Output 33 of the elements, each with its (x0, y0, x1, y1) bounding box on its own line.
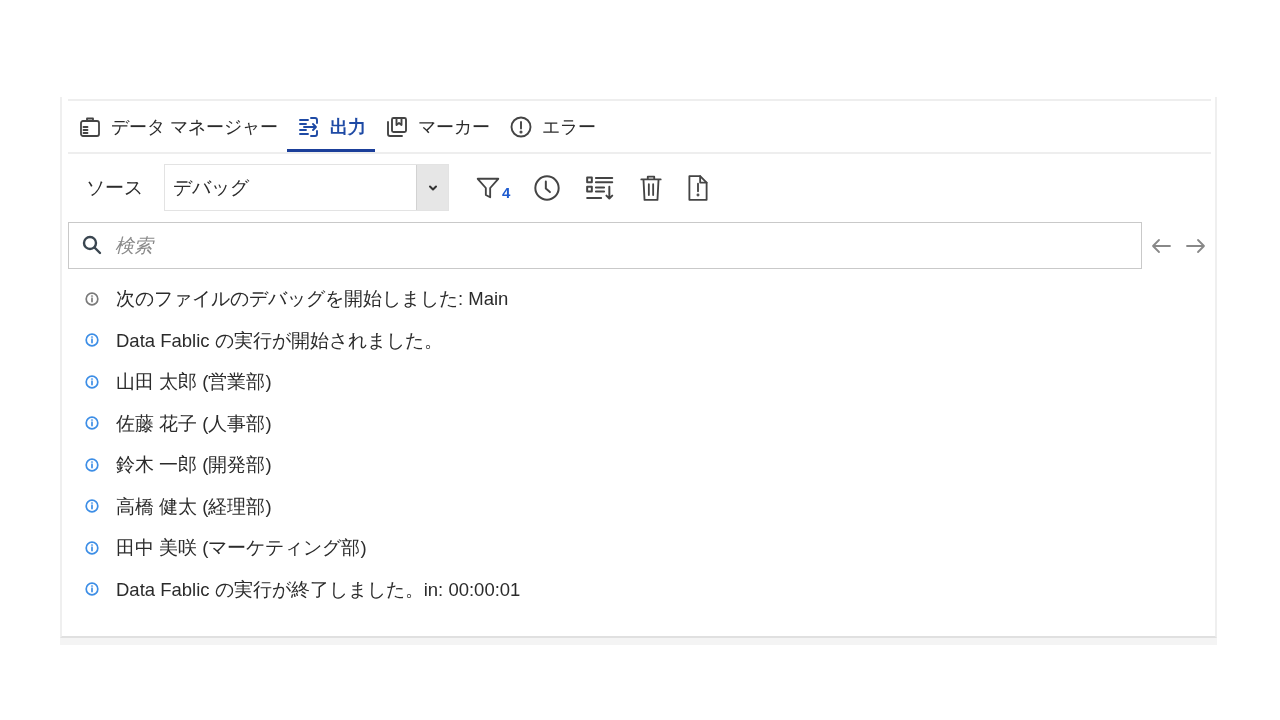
lines-arrow-icon (297, 114, 321, 139)
log-message: 鈴木 一郎 (開発部) (116, 453, 272, 478)
file-exclamation-icon[interactable] (686, 173, 711, 202)
right-arrow-icon[interactable] (1186, 237, 1206, 254)
log-message: 田中 美咲 (マーケティング部) (116, 536, 367, 561)
stacked-squares-icon (385, 114, 409, 139)
log-message: 山田 太郎 (営業部) (116, 370, 272, 395)
tab[interactable]: エラー (499, 101, 605, 152)
trash-icon[interactable] (639, 173, 664, 202)
log-message: Data Fablic の実行が終了しました。in: 00:00:01 (116, 577, 521, 602)
tab[interactable]: データ マネージャー (68, 101, 287, 152)
tab[interactable]: 出力 (287, 101, 375, 152)
info-icon (85, 457, 99, 472)
log-message: 佐藤 花子 (人事部) (116, 411, 272, 436)
clock-icon[interactable] (533, 173, 562, 202)
info-icon (85, 374, 99, 389)
log-message: 高橋 健太 (経理部) (116, 494, 272, 519)
info-icon (85, 291, 99, 306)
info-icon (85, 416, 99, 431)
info-icon (85, 582, 99, 597)
search-field[interactable]: 検索 (68, 222, 1142, 269)
left-arrow-icon[interactable] (1151, 237, 1171, 254)
log-message: Data Fablic の実行が開始されました。 (116, 328, 443, 353)
info-icon (85, 499, 99, 514)
tab[interactable]: マーカー (375, 101, 499, 152)
info-icon (85, 540, 99, 555)
search-icon (82, 235, 102, 255)
source-dropdown[interactable]: デバッグ (164, 164, 449, 211)
info-icon (85, 333, 99, 348)
exclamation-circle-icon (509, 114, 533, 139)
filter-button[interactable]: 4 (475, 174, 511, 201)
source-label: ソース (86, 175, 143, 200)
log-message: 次のファイルのデバッグを開始しました: Main (116, 287, 509, 312)
